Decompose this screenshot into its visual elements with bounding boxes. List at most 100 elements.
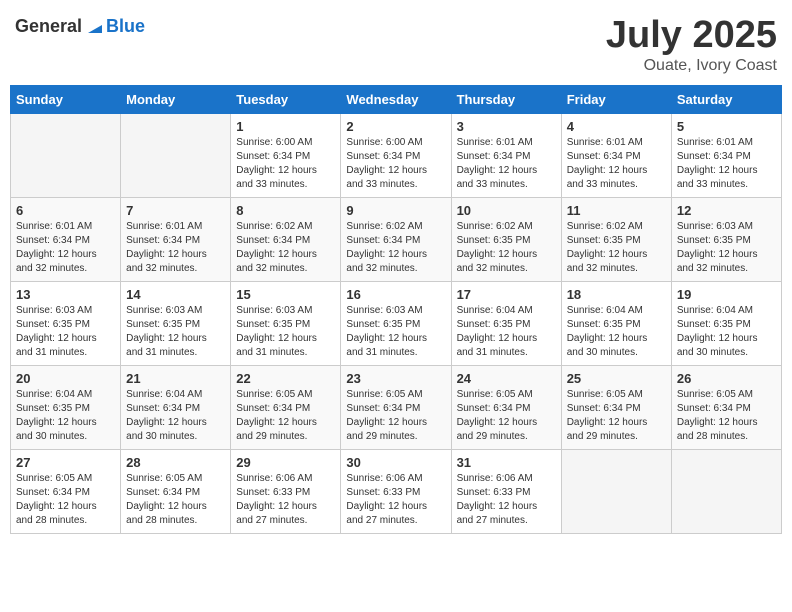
day-number: 6 [16,203,115,218]
cell-details: Sunrise: 6:06 AMSunset: 6:33 PMDaylight:… [346,472,445,528]
table-row: 10Sunrise: 6:02 AMSunset: 6:35 PMDayligh… [451,197,561,281]
page-header: General Blue July 2025 Ouate, Ivory Coas… [10,10,782,75]
calendar-week-row: 27 Sunrise: 6:05 AMSunset: 6:34 PMDayligh… [11,449,782,533]
day-number: 23 [346,371,445,386]
table-row: 19 Sunrise: 6:04 AMSunset: 6:35 PMDayligh… [671,281,781,365]
day-number: 26 [677,371,776,386]
table-row: 15Sunrise: 6:03 AMSunset: 6:35 PMDayligh… [231,281,341,365]
day-number: 19 [677,287,776,302]
cell-details: Sunrise: 6:04 AMSunset: 6:35 PMDaylight:… [677,304,776,360]
table-row: 14 Sunrise: 6:03 AMSunset: 6:35 PMDayligh… [121,281,231,365]
cell-details: Sunrise: 6:04 AMSunset: 6:35 PMDaylight:… [457,304,556,360]
logo-text-blue: Blue [106,16,145,37]
day-number: 25 [567,371,666,386]
cell-details: Sunrise: 6:05 AMSunset: 6:34 PMDaylight:… [126,472,225,528]
day-number: 8 [236,203,335,218]
table-row [121,113,231,197]
table-row: 30 Sunrise: 6:06 AMSunset: 6:33 PMDayligh… [341,449,451,533]
day-number: 7 [126,203,225,218]
calendar-week-row: 6 Sunrise: 6:01 AMSunset: 6:34 PMDaylight… [11,197,782,281]
table-row: 20 Sunrise: 6:04 AMSunset: 6:35 PMDayligh… [11,365,121,449]
cell-details: Sunrise: 6:00 AMSunset: 6:34 PMDaylight:… [236,136,335,192]
day-number: 12 [677,203,776,218]
header-monday: Monday [121,85,231,113]
day-number: 11 [567,203,666,218]
cell-details: Sunrise: 6:03 AMSunset: 6:35 PMDaylight:… [126,304,225,360]
day-number: 24 [457,371,556,386]
cell-details: Sunrise: 6:03 AMSunset: 6:35 PMDaylight:… [16,304,115,360]
cell-details: Sunrise: 6:02 AMSunset: 6:34 PMDaylight:… [346,220,445,276]
day-number: 10 [457,203,556,218]
table-row: 4 Sunrise: 6:01 AMSunset: 6:34 PMDaylight… [561,113,671,197]
table-row: 3 Sunrise: 6:01 AMSunset: 6:34 PMDaylight… [451,113,561,197]
day-number: 20 [16,371,115,386]
cell-details: Sunrise: 6:03 AMSunset: 6:35 PMDaylight:… [346,304,445,360]
day-number: 14 [126,287,225,302]
cell-details: Sunrise: 6:03 AMSunset: 6:35 PMDaylight:… [236,304,335,360]
table-row: 22Sunrise: 6:05 AMSunset: 6:34 PMDayligh… [231,365,341,449]
table-row: 21Sunrise: 6:04 AMSunset: 6:34 PMDayligh… [121,365,231,449]
cell-details: Sunrise: 6:01 AMSunset: 6:34 PMDaylight:… [677,136,776,192]
cell-details: Sunrise: 6:04 AMSunset: 6:35 PMDaylight:… [567,304,666,360]
cell-details: Sunrise: 6:05 AMSunset: 6:34 PMDaylight:… [677,388,776,444]
table-row [11,113,121,197]
table-row: 31 Sunrise: 6:06 AMSunset: 6:33 PMDayligh… [451,449,561,533]
table-row: 29 Sunrise: 6:06 AMSunset: 6:33 PMDayligh… [231,449,341,533]
cell-details: Sunrise: 6:04 AMSunset: 6:35 PMDaylight:… [16,388,115,444]
cell-details: Sunrise: 6:05 AMSunset: 6:34 PMDaylight:… [457,388,556,444]
table-row [671,449,781,533]
day-number: 13 [16,287,115,302]
cell-details: Sunrise: 6:01 AMSunset: 6:34 PMDaylight:… [567,136,666,192]
day-number: 31 [457,455,556,470]
cell-details: Sunrise: 6:05 AMSunset: 6:34 PMDaylight:… [567,388,666,444]
cell-details: Sunrise: 6:05 AMSunset: 6:34 PMDaylight:… [346,388,445,444]
cell-details: Sunrise: 6:01 AMSunset: 6:34 PMDaylight:… [16,220,115,276]
cell-details: Sunrise: 6:02 AMSunset: 6:35 PMDaylight:… [567,220,666,276]
table-row: 23 Sunrise: 6:05 AMSunset: 6:34 PMDayligh… [341,365,451,449]
cell-details: Sunrise: 6:01 AMSunset: 6:34 PMDaylight:… [457,136,556,192]
calendar-week-row: 1 Sunrise: 6:00 AMSunset: 6:34 PMDaylight… [11,113,782,197]
cell-details: Sunrise: 6:02 AMSunset: 6:34 PMDaylight:… [236,220,335,276]
table-row: 11 Sunrise: 6:02 AMSunset: 6:35 PMDayligh… [561,197,671,281]
table-row: 24 Sunrise: 6:05 AMSunset: 6:34 PMDayligh… [451,365,561,449]
header-saturday: Saturday [671,85,781,113]
logo: General Blue [15,15,145,37]
day-number: 17 [457,287,556,302]
calendar-title: July 2025 [606,15,777,57]
day-number: 21 [126,371,225,386]
table-row: 16Sunrise: 6:03 AMSunset: 6:35 PMDayligh… [341,281,451,365]
cell-details: Sunrise: 6:01 AMSunset: 6:34 PMDaylight:… [126,220,225,276]
cell-details: Sunrise: 6:06 AMSunset: 6:33 PMDaylight:… [457,472,556,528]
header-wednesday: Wednesday [341,85,451,113]
table-row: 1 Sunrise: 6:00 AMSunset: 6:34 PMDaylight… [231,113,341,197]
day-number: 5 [677,119,776,134]
table-row: 28 Sunrise: 6:05 AMSunset: 6:34 PMDayligh… [121,449,231,533]
logo-icon [84,15,106,37]
table-row: 27 Sunrise: 6:05 AMSunset: 6:34 PMDayligh… [11,449,121,533]
day-number: 28 [126,455,225,470]
day-number: 27 [16,455,115,470]
table-row: 2 Sunrise: 6:00 AMSunset: 6:34 PMDaylight… [341,113,451,197]
cell-details: Sunrise: 6:03 AMSunset: 6:35 PMDaylight:… [677,220,776,276]
day-number: 3 [457,119,556,134]
table-row: 8 Sunrise: 6:02 AMSunset: 6:34 PMDaylight… [231,197,341,281]
day-number: 18 [567,287,666,302]
day-number: 30 [346,455,445,470]
logo-text-general: General [15,16,82,37]
cell-details: Sunrise: 6:06 AMSunset: 6:33 PMDaylight:… [236,472,335,528]
table-row: 17 Sunrise: 6:04 AMSunset: 6:35 PMDayligh… [451,281,561,365]
table-row: 12 Sunrise: 6:03 AMSunset: 6:35 PMDayligh… [671,197,781,281]
header-thursday: Thursday [451,85,561,113]
table-row: 18 Sunrise: 6:04 AMSunset: 6:35 PMDayligh… [561,281,671,365]
header-friday: Friday [561,85,671,113]
table-row: 26 Sunrise: 6:05 AMSunset: 6:34 PMDayligh… [671,365,781,449]
calendar-subtitle: Ouate, Ivory Coast [606,57,777,75]
cell-details: Sunrise: 6:05 AMSunset: 6:34 PMDaylight:… [16,472,115,528]
day-number: 2 [346,119,445,134]
cell-details: Sunrise: 6:00 AMSunset: 6:34 PMDaylight:… [346,136,445,192]
day-number: 22 [236,371,335,386]
day-number: 29 [236,455,335,470]
calendar-header-row: Sunday Monday Tuesday Wednesday Thursday… [11,85,782,113]
day-number: 1 [236,119,335,134]
day-number: 4 [567,119,666,134]
